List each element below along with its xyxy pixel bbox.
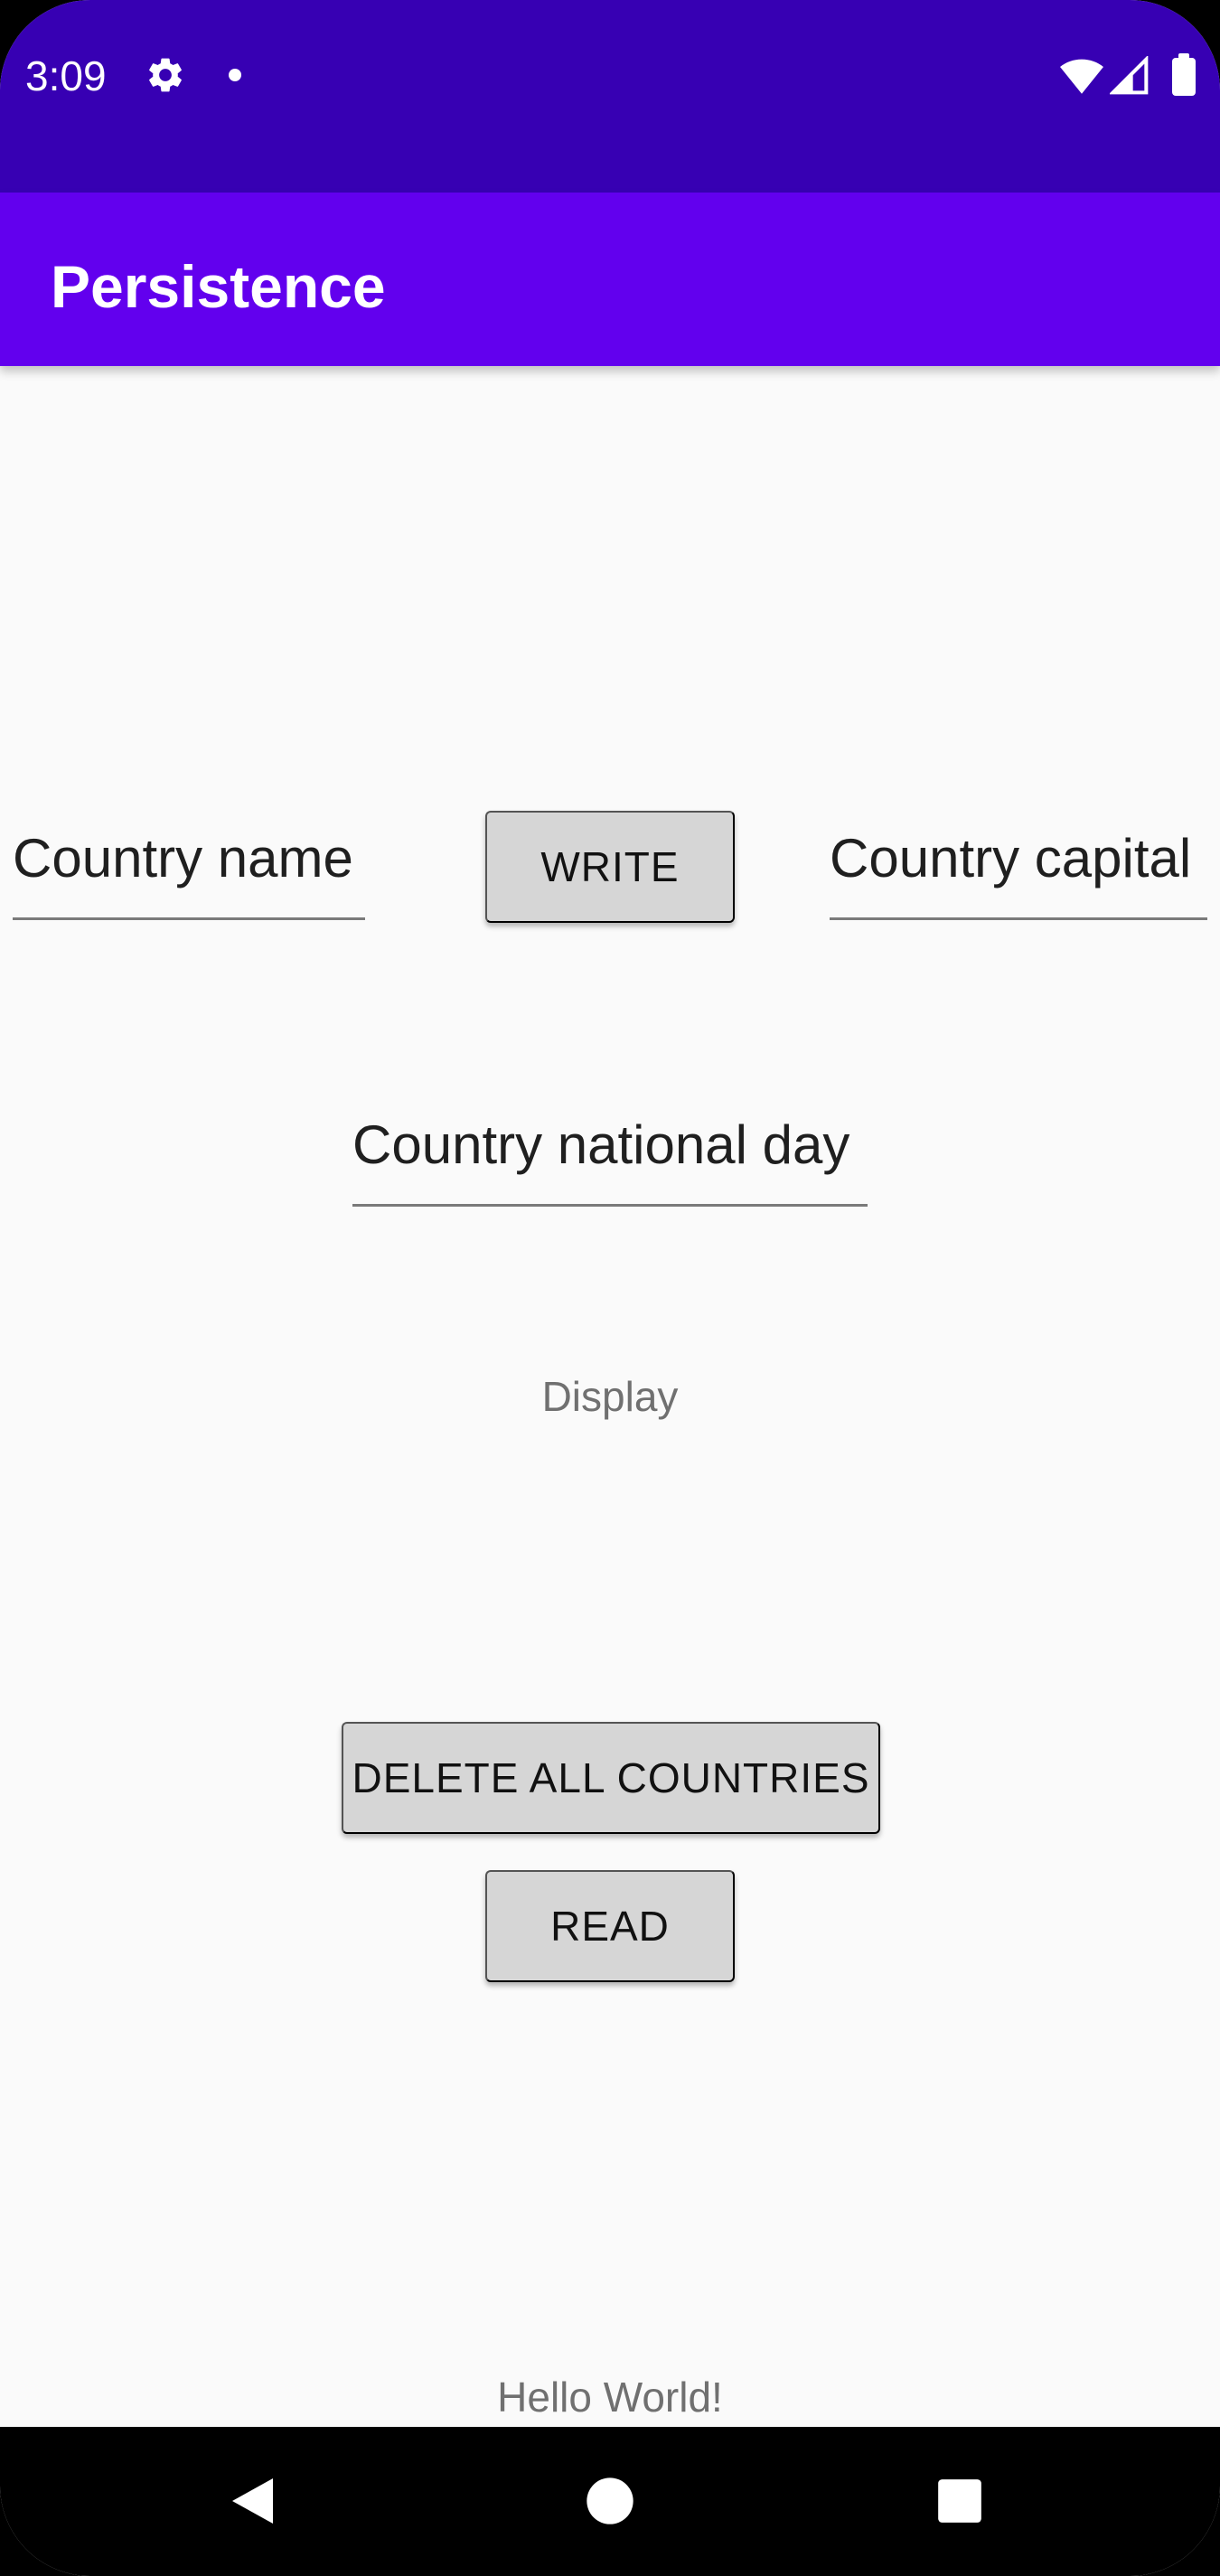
app-title: Persistence bbox=[51, 253, 386, 320]
country-capital-input[interactable]: Country capital bbox=[830, 818, 1207, 920]
wifi-icon bbox=[1060, 59, 1103, 94]
phone-screen: 3:09 Persistence Country name WRITE Coun… bbox=[0, 0, 1220, 2576]
signal-icon bbox=[1110, 56, 1149, 95]
read-button[interactable]: READ bbox=[485, 1870, 735, 1982]
write-button[interactable]: WRITE bbox=[485, 811, 735, 923]
status-time: 3:09 bbox=[25, 52, 107, 99]
app-bar: Persistence bbox=[0, 193, 1220, 366]
navigation-bar bbox=[0, 2427, 1220, 2576]
home-icon[interactable] bbox=[585, 2476, 635, 2526]
notification-dot-icon bbox=[229, 69, 241, 81]
delete-all-countries-button[interactable]: DELETE ALL COUNTRIES bbox=[342, 1722, 880, 1834]
status-bar: 3:09 bbox=[0, 0, 1220, 193]
back-icon[interactable] bbox=[228, 2474, 282, 2528]
battery-icon bbox=[1172, 53, 1196, 96]
display-text: Display bbox=[541, 1373, 679, 1420]
country-national-day-input[interactable]: Country national day bbox=[352, 1105, 868, 1207]
gear-icon bbox=[149, 58, 182, 92]
country-name-input[interactable]: Country name bbox=[13, 818, 365, 920]
hello-world-text: Hello World! bbox=[497, 2374, 723, 2421]
recents-icon[interactable] bbox=[936, 2477, 983, 2524]
